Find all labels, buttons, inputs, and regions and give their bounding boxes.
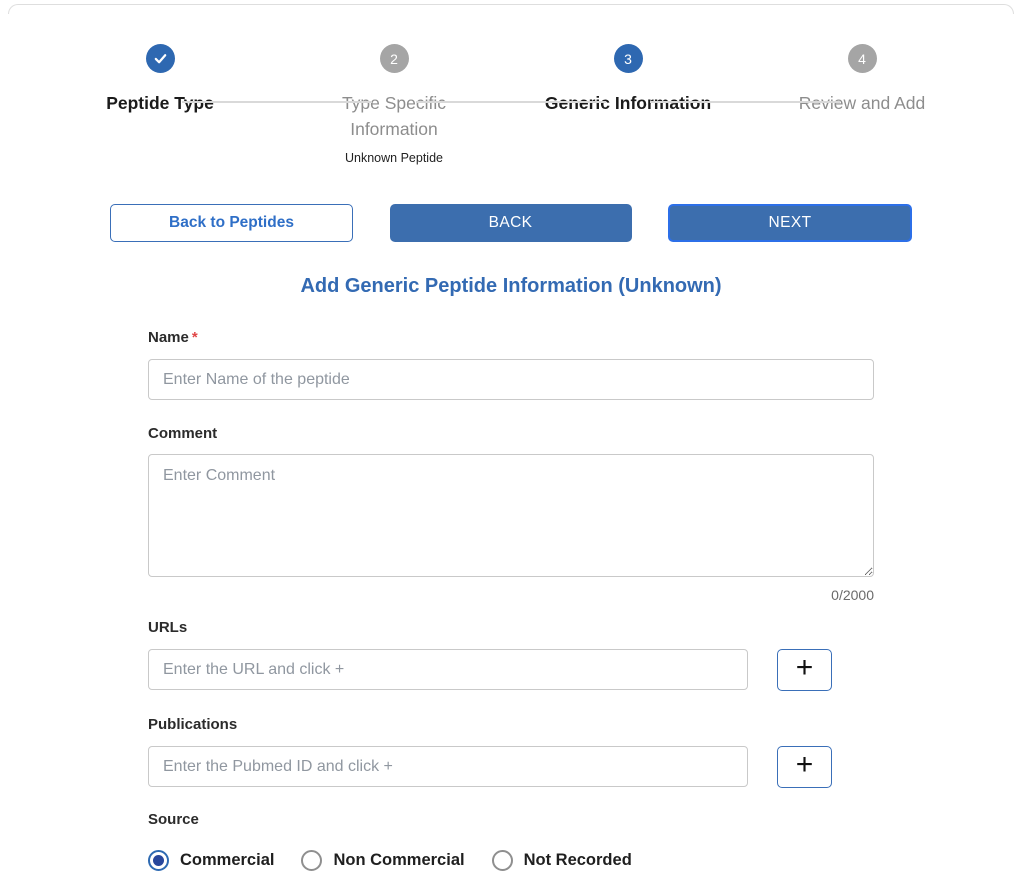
publications-field-label: Publications	[148, 716, 238, 733]
page-title: Add Generic Peptide Information (Unknown…	[300, 275, 722, 297]
radio-unselected-icon[interactable]	[301, 850, 323, 871]
radio-not-recorded[interactable]: Not Recorded	[491, 850, 632, 871]
generic-peptide-form: Name* Comment 0/2000 URLs + Publications…	[148, 329, 874, 871]
step-number: 4	[858, 50, 866, 67]
plus-icon: +	[795, 651, 814, 684]
source-radio-group: Commercial Non Commercial Not Recorded	[148, 850, 874, 871]
step-circle-completed[interactable]	[145, 44, 175, 73]
radio-label: Non Commercial	[333, 851, 465, 869]
radio-label: Commercial	[180, 851, 275, 869]
step-connector	[416, 101, 606, 103]
name-input[interactable]	[148, 359, 874, 400]
step-review-and-add[interactable]: 4 Review and Add	[745, 44, 979, 165]
url-input[interactable]	[148, 649, 748, 690]
step-type-specific-information[interactable]: 2 Type Specific Information Unknown Pept…	[277, 44, 511, 165]
step-label: Type Specific Information	[341, 93, 447, 139]
step-circle[interactable]: 4	[847, 44, 877, 73]
step-label: Peptide Type	[106, 93, 214, 113]
step-sublabel: Unknown Peptide	[345, 151, 443, 165]
plus-icon: +	[795, 748, 814, 781]
add-url-button[interactable]: +	[777, 649, 832, 691]
required-asterisk: *	[191, 329, 198, 346]
pubmed-id-input[interactable]	[148, 746, 748, 787]
step-number: 3	[624, 50, 632, 67]
radio-commercial[interactable]: Commercial	[148, 850, 274, 871]
step-peptide-type[interactable]: Peptide Type	[43, 44, 277, 165]
source-field-label: Source	[148, 811, 199, 828]
step-label: Generic Information	[544, 93, 712, 113]
step-number: 2	[390, 50, 398, 67]
back-to-peptides-button[interactable]: Back to Peptides	[110, 204, 353, 242]
step-circle-active[interactable]: 3	[613, 44, 643, 73]
step-circle[interactable]: 2	[379, 44, 409, 73]
radio-unselected-icon[interactable]	[491, 850, 513, 871]
add-publication-button[interactable]: +	[777, 746, 832, 788]
check-icon	[154, 54, 166, 64]
next-button[interactable]: NEXT	[668, 204, 912, 242]
step-connector	[182, 101, 372, 103]
wizard-actions: Back to Peptides BACK NEXT	[110, 204, 912, 242]
comment-textarea[interactable]	[148, 454, 874, 577]
name-field-label: Name *	[148, 329, 198, 346]
card-top-border	[8, 4, 1014, 14]
step-label: Review and Add	[798, 93, 926, 113]
back-button[interactable]: BACK	[389, 204, 632, 242]
radio-non-commercial[interactable]: Non Commercial	[301, 850, 465, 871]
step-connector	[650, 101, 840, 103]
wizard-stepper: Peptide Type 2 Type Specific Information…	[43, 44, 979, 204]
radio-selected-icon[interactable]	[148, 850, 169, 871]
comment-field-label: Comment	[148, 425, 218, 442]
urls-field-label: URLs	[148, 619, 188, 636]
radio-label: Not Recorded	[523, 851, 632, 869]
step-generic-information[interactable]: 3 Generic Information	[511, 44, 745, 165]
comment-char-counter: 0/2000	[831, 587, 874, 603]
